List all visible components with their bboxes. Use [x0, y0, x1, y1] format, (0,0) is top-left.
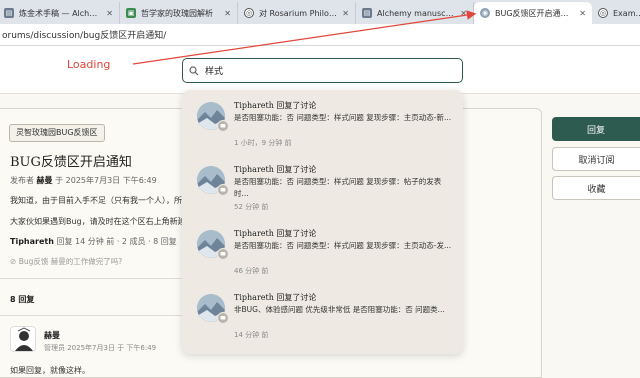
- tag-row: ⊘ Bug反馈 赫曼的工作做完了吗?: [10, 256, 122, 267]
- meta-prefix: 发布者: [10, 176, 34, 185]
- browser-tab[interactable]: ▤ Alchemy manuscript ✕: [356, 2, 474, 24]
- book-icon: ▣: [126, 8, 136, 18]
- reply-author[interactable]: 赫曼: [44, 330, 60, 341]
- last-reply-info: Tiphareth 回复 14 分钟 前 · 2 成员 · 8 回复: [10, 236, 177, 247]
- post-body-line: 我知道，由于目前入手不足（只有我一个人），所: [10, 196, 182, 205]
- close-icon[interactable]: ✕: [579, 9, 586, 18]
- reply-count: 8 回复: [10, 295, 35, 304]
- browser-tab[interactable]: ▤ 炼金术手稿 — Alchemy ✕: [0, 2, 120, 24]
- tag-icon: ⊘: [10, 257, 17, 266]
- result-time: 14 分钟 前: [234, 331, 269, 339]
- globe-icon: ◎: [598, 8, 608, 18]
- result-title: Tiphareth 回复了讨论: [234, 229, 317, 238]
- search-icon: [189, 65, 199, 75]
- reply-badge-icon: [217, 312, 229, 324]
- doc-icon: ▤: [362, 8, 372, 18]
- close-icon[interactable]: ✕: [342, 9, 349, 18]
- result-title: Tiphareth 回复了讨论: [234, 165, 317, 174]
- search-result-item[interactable]: Tiphareth 回复了讨论 是否阻塞功能：否 问题类型：样式问题 复现步骤：…: [182, 156, 463, 220]
- divider: [0, 278, 182, 279]
- url-text: orums/discussion/bug反馈区开启通知/: [2, 31, 167, 41]
- reply-badge-icon: [217, 248, 229, 260]
- tab-title: 炼金术手稿 — Alchemy: [19, 8, 102, 18]
- browser-tab[interactable]: ▣ 哲学家的玫瑰园解析 ✕: [120, 2, 238, 24]
- doc-icon: ▤: [4, 8, 14, 18]
- search-box[interactable]: [182, 58, 463, 83]
- search-results-dropdown: Tiphareth 回复了讨论 是否阻塞功能：否 问题类型：样式问题 复现步骤：…: [182, 90, 463, 354]
- search-input[interactable]: [205, 65, 445, 76]
- category-badge[interactable]: 灵智玫瑰园BUG反馈区: [9, 124, 105, 142]
- tab-title: Example D: [613, 8, 640, 18]
- author-link[interactable]: 赫曼: [37, 176, 53, 185]
- result-snippet: 是否阻塞功能：否 问题类型：样式问题 复现步骤：帖子的发表时...: [234, 177, 442, 198]
- result-snippet: 是否阻塞功能：否 问题类型：样式问题 复现步骤：主页动态-发...: [234, 241, 452, 250]
- close-icon[interactable]: ✕: [224, 9, 231, 18]
- result-snippet: 是否阻塞功能：否 问题类型：样式问题 复现步骤：主页动态-新...: [234, 113, 452, 122]
- result-title: Tiphareth 回复了讨论: [234, 101, 317, 110]
- last-author-link[interactable]: Tiphareth: [10, 237, 54, 246]
- close-icon[interactable]: ✕: [106, 9, 113, 18]
- site-icon: ◉: [480, 8, 490, 18]
- reply-meta: 管理员 2025年7月3日 于 下午6:49: [44, 344, 157, 352]
- browser-tab-active[interactable]: ◉ BUG反馈区开启通知 - 灵 ✕: [474, 2, 592, 24]
- favorite-button[interactable]: 收藏: [552, 176, 640, 200]
- meta-date: 于 2025年7月3日 下午6:49: [55, 176, 157, 185]
- avatar[interactable]: [10, 326, 36, 352]
- search-result-item[interactable]: Tiphareth 回复了讨论 非BUG、体验感问题 优先级非常低 是否阻塞功能…: [182, 284, 463, 348]
- tab-title: 哲学家的玫瑰园解析: [141, 8, 213, 18]
- last-reply-text: 回复 14 分钟 前 · 2 成员 · 8 回复: [56, 237, 177, 246]
- tab-title: BUG反馈区开启通知 - 灵: [495, 8, 574, 18]
- loading-annotation: Loading: [67, 58, 111, 71]
- unsubscribe-button[interactable]: 取消订阅: [552, 147, 640, 171]
- result-title: Tiphareth 回复了讨论: [234, 293, 317, 302]
- result-time: 1 小时，9 分钟 前: [234, 139, 292, 147]
- reply-badge-icon: [217, 184, 229, 196]
- result-snippet: 非BUG、体验感问题 优先级非常低 是否阻塞功能：否 问题类...: [234, 305, 445, 314]
- globe-icon: ◎: [244, 8, 254, 18]
- search-result-item[interactable]: Tiphareth 回复了讨论 是否阻塞功能：否 问题类型：样式问题 复现步骤：…: [182, 92, 463, 156]
- post-body-line: 大家伙如果遇到Bug，请及时在这个区右上角新建: [10, 217, 186, 226]
- address-bar[interactable]: orums/discussion/bug反馈区开启通知/: [0, 24, 640, 46]
- page-title: BUG反馈区开启通知: [10, 155, 132, 170]
- reply-body: 如果回复，就像这样。: [10, 366, 90, 375]
- reply-button[interactable]: 回复: [552, 117, 640, 141]
- browser-tab-bar: ▤ 炼金术手稿 — Alchemy ✕ ▣ 哲学家的玫瑰园解析 ✕ ◎ 对 Ro…: [0, 0, 640, 24]
- search-result-item[interactable]: Tiphareth 回复了讨论 是否阻塞功能：否 问题类型：样式问题 复现步骤：…: [182, 220, 463, 284]
- tag-text[interactable]: Bug反馈 赫曼的工作做完了吗?: [19, 257, 123, 266]
- browser-tab[interactable]: ◎ Example D: [592, 2, 640, 24]
- tab-title: Alchemy manuscript: [377, 8, 456, 18]
- post-meta: 发布者 赫曼 于 2025年7月3日 下午6:49: [10, 175, 157, 186]
- reply-badge-icon: [217, 120, 229, 132]
- close-icon[interactable]: ✕: [460, 9, 467, 18]
- result-time: 52 分钟 前: [234, 203, 269, 211]
- result-time: 46 分钟 前: [234, 267, 269, 275]
- browser-tab[interactable]: ◎ 对 Rosarium Philosopho ✕: [238, 2, 356, 24]
- divider: [0, 315, 182, 316]
- tab-title: 对 Rosarium Philosopho: [259, 8, 338, 18]
